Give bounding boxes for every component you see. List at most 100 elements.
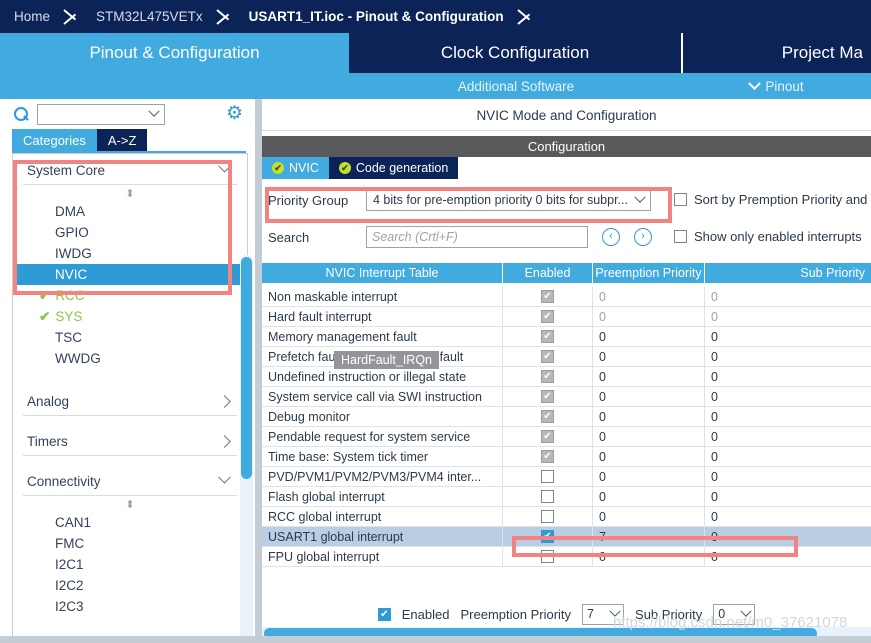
cell-preemption-priority[interactable]: 0 — [593, 306, 705, 327]
enabled-checkbox[interactable] — [541, 510, 554, 523]
column-header-sub[interactable]: Sub Priority — [705, 263, 871, 283]
cell-enabled[interactable]: ✔ — [503, 406, 593, 427]
enabled-checkbox[interactable]: ✔ — [541, 290, 554, 303]
tree-group-analog[interactable]: Analog — [23, 385, 237, 416]
cell-enabled[interactable]: ✔ — [503, 366, 593, 387]
tree-group-system-core[interactable]: System Core — [23, 154, 237, 185]
left-panel-scrollbar[interactable] — [240, 255, 253, 643]
tab-nvic[interactable]: ✔ NVIC — [262, 157, 329, 179]
cell-enabled[interactable]: ✔ — [503, 286, 593, 307]
cell-preemption-priority[interactable]: 0 — [593, 426, 705, 447]
tree-scroll-spinner-icon[interactable]: ⬍ — [13, 496, 247, 512]
enabled-checkbox[interactable]: ✔ — [541, 370, 554, 383]
subtab-pinout[interactable]: Pinout — [683, 73, 871, 99]
cell-sub-priority[interactable]: 0 — [705, 447, 871, 467]
table-row[interactable]: Flash global interrupt 0 0 — [262, 486, 871, 507]
cell-preemption-priority[interactable]: 0 — [593, 446, 705, 467]
cell-sub-priority[interactable]: 0 — [705, 387, 871, 407]
tree-item-i2c2[interactable]: I2C2 — [13, 575, 247, 596]
priority-group-select[interactable]: 4 bits for pre-emption priority 0 bits f… — [366, 189, 651, 211]
nvic-search-input[interactable]: Search (Crtl+F) — [366, 226, 588, 248]
tree-item-fmc[interactable]: FMC — [13, 533, 247, 554]
cell-preemption-priority[interactable]: 0 — [593, 346, 705, 367]
tree-group-timers[interactable]: Timers — [23, 425, 237, 456]
cell-sub-priority[interactable]: 0 — [705, 487, 871, 507]
cell-preemption-priority[interactable]: 0 — [593, 286, 705, 307]
cell-sub-priority[interactable]: 0 — [705, 367, 871, 387]
table-row[interactable]: RCC global interrupt 0 0 — [262, 506, 871, 527]
tree-item-gpio[interactable]: GPIO — [13, 222, 247, 243]
table-row[interactable]: PVD/PVM1/PVM2/PVM3/PVM4 inter... 0 0 — [262, 466, 871, 487]
table-row[interactable]: Undefined instruction or illegal state ✔ 0… — [262, 366, 871, 387]
sort-by-preemption-option[interactable]: Sort by Premption Priority and S — [674, 192, 871, 207]
cell-enabled[interactable] — [503, 546, 593, 567]
chevron-left-circle-icon[interactable]: ‹ — [602, 228, 620, 246]
left-panel-scrollbar-thumb[interactable] — [241, 257, 252, 479]
table-row[interactable]: Pendable request for system service ✔ 0 0 — [262, 426, 871, 447]
tree-item-dma[interactable]: DMA — [13, 201, 247, 222]
tab-pinout-configuration[interactable]: Pinout & Configuration — [0, 33, 349, 73]
cell-sub-priority[interactable]: 0 — [705, 507, 871, 527]
tab-clock-configuration[interactable]: Clock Configuration — [349, 33, 683, 73]
cell-sub-priority[interactable]: 0 — [705, 527, 871, 547]
cell-enabled[interactable]: ✔ — [503, 386, 593, 407]
enabled-checkbox[interactable]: ✔ — [541, 390, 554, 403]
breadcrumb-item-home[interactable]: Home — [0, 9, 60, 24]
table-row[interactable]: Hard fault interrupt ✔ 0 0 — [262, 306, 871, 327]
gear-icon[interactable]: ⚙ — [225, 104, 244, 123]
enabled-checkbox[interactable]: ✔ — [541, 450, 554, 463]
cell-preemption-priority[interactable]: 0 — [593, 466, 705, 487]
tree-item-i2c3[interactable]: I2C3 — [13, 596, 247, 617]
table-row[interactable]: USART1 global interrupt ✔ 7 0 — [262, 526, 871, 547]
table-row[interactable]: System service call via SWI instruction ✔… — [262, 386, 871, 407]
enabled-checkbox[interactable]: ✔ — [377, 607, 391, 621]
cell-sub-priority[interactable]: 0 — [705, 327, 871, 347]
tree-item-can1[interactable]: CAN1 — [13, 512, 247, 533]
cell-sub-priority[interactable]: 0 — [705, 307, 871, 327]
cell-preemption-priority[interactable]: 0 — [593, 486, 705, 507]
cell-enabled[interactable]: ✔ — [503, 346, 593, 367]
cell-enabled[interactable]: ✔ — [503, 326, 593, 347]
cell-sub-priority[interactable]: 0 — [705, 467, 871, 487]
enabled-checkbox[interactable] — [541, 490, 554, 503]
cell-enabled[interactable] — [503, 506, 593, 527]
cell-enabled[interactable]: ✔ — [503, 526, 593, 547]
column-header-enabled[interactable]: Enabled — [503, 263, 593, 283]
tree-item-wwdg[interactable]: WWDG — [13, 348, 247, 369]
enabled-checkbox[interactable] — [541, 470, 554, 483]
table-row[interactable]: FPU global interrupt 0 0 — [262, 546, 871, 567]
cell-preemption-priority[interactable]: 0 — [593, 546, 705, 567]
cell-preemption-priority[interactable]: 0 — [593, 366, 705, 387]
enabled-checkbox[interactable]: ✔ — [541, 350, 554, 363]
table-row[interactable]: Memory management fault ✔ 0 0 — [262, 326, 871, 347]
tree-item-sys[interactable]: ✔ SYS — [13, 306, 247, 327]
sort-by-preemption-checkbox[interactable] — [674, 193, 687, 206]
enabled-checkbox[interactable]: ✔ — [541, 310, 554, 323]
tree-group-connectivity[interactable]: Connectivity — [23, 465, 237, 496]
table-row[interactable]: Non maskable interrupt ✔ 0 0 — [262, 286, 871, 307]
panel-divider[interactable] — [255, 99, 262, 643]
cell-sub-priority[interactable]: 0 — [705, 427, 871, 447]
cell-enabled[interactable] — [503, 466, 593, 487]
tree-item-i2c1[interactable]: I2C1 — [13, 554, 247, 575]
enabled-checkbox[interactable]: ✔ — [541, 530, 554, 543]
cell-sub-priority[interactable]: 0 — [705, 547, 871, 567]
subtab-additional-software[interactable]: Additional Software — [349, 73, 683, 99]
cell-sub-priority[interactable]: 0 — [705, 287, 871, 307]
cell-preemption-priority[interactable]: 0 — [593, 506, 705, 527]
cell-enabled[interactable]: ✔ — [503, 306, 593, 327]
tab-project-manager[interactable]: Project Ma — [683, 33, 871, 73]
enabled-checkbox[interactable] — [541, 550, 554, 563]
enabled-checkbox[interactable]: ✔ — [541, 430, 554, 443]
search-input[interactable] — [37, 103, 165, 125]
cell-sub-priority[interactable]: 0 — [705, 407, 871, 427]
tab-a-to-z[interactable]: A->Z — [96, 129, 148, 151]
cell-preemption-priority[interactable]: 0 — [593, 386, 705, 407]
breadcrumb-item-current[interactable]: USART1_IT.ioc - Pinout & Configuration — [239, 9, 514, 24]
cell-preemption-priority[interactable]: 0 — [593, 326, 705, 347]
cell-preemption-priority[interactable]: 7 — [593, 526, 705, 547]
tree-item-tsc[interactable]: TSC — [13, 327, 247, 348]
column-header-preemption[interactable]: Preemption Priority — [593, 263, 705, 283]
enabled-checkbox[interactable]: ✔ — [541, 410, 554, 423]
table-row[interactable]: Time base: System tick timer ✔ 0 0 — [262, 446, 871, 467]
